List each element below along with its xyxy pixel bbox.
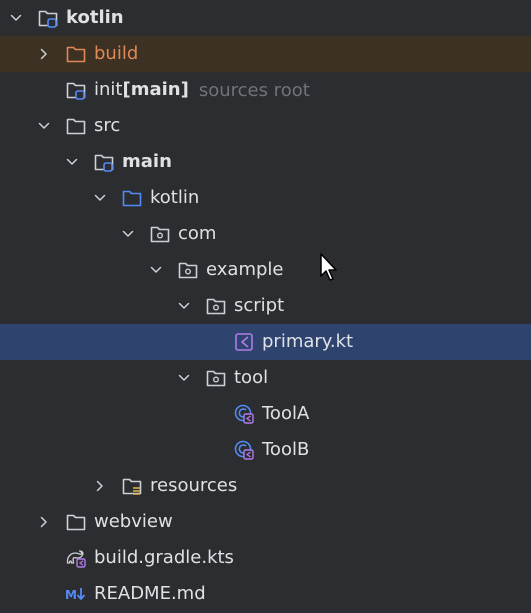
tree-item-label: src: [94, 115, 121, 136]
package-icon: [148, 222, 172, 246]
package-icon: [204, 294, 228, 318]
tree-item-label: init: [94, 79, 123, 100]
chevron-right-icon[interactable]: [36, 46, 52, 62]
tree-item-label: script: [234, 295, 285, 316]
module-folder-icon: [92, 150, 116, 174]
tree-item-label: ToolB: [262, 439, 310, 460]
chevron-down-icon[interactable]: [64, 154, 80, 170]
chevron-down-icon[interactable]: [36, 118, 52, 134]
tree-item-label: README.md: [94, 583, 206, 604]
folder-icon: [64, 114, 88, 138]
tree-row-src[interactable]: src: [0, 108, 531, 144]
excluded-folder-icon: [64, 42, 88, 66]
markdown-icon: M: [64, 582, 88, 606]
tree-row-build[interactable]: build: [0, 36, 531, 72]
tree-row-toolb[interactable]: ToolB: [0, 432, 531, 468]
tree-row-resources[interactable]: resources: [0, 468, 531, 504]
kotlin-class-icon: [232, 402, 256, 426]
tree-row-primary-kt[interactable]: primary.kt: [0, 324, 531, 360]
tree-item-label: com: [178, 223, 217, 244]
tree-item-label: tool: [234, 367, 269, 388]
tree-item-label: build: [94, 43, 139, 64]
tree-item-label: main: [122, 151, 172, 172]
tree-row-kotlin[interactable]: kotlin: [0, 0, 531, 36]
tree-item-hint: sources root: [198, 79, 310, 101]
tree-item-label: primary.kt: [262, 331, 354, 352]
tree-row-main[interactable]: main: [0, 144, 531, 180]
tree-item-label: kotlin: [150, 187, 200, 208]
package-icon: [204, 366, 228, 390]
module-folder-icon: [64, 78, 88, 102]
module-folder-icon: [36, 6, 60, 30]
tree-row-script[interactable]: script: [0, 288, 531, 324]
tree-row-example[interactable]: example: [0, 252, 531, 288]
kotlin-class-icon: [232, 438, 256, 462]
chevron-right-icon[interactable]: [36, 514, 52, 530]
chevron-down-icon[interactable]: [148, 262, 164, 278]
project-tree: kotlin build init [main] sources root src mai…: [0, 0, 531, 613]
svg-text:M: M: [65, 588, 77, 602]
chevron-down-icon[interactable]: [120, 226, 136, 242]
tree-row-tool[interactable]: tool: [0, 360, 531, 396]
chevron-down-icon[interactable]: [176, 298, 192, 314]
source-folder-icon: [120, 186, 144, 210]
tree-row-build-gradle-kts[interactable]: build.gradle.kts: [0, 540, 531, 576]
chevron-down-icon[interactable]: [92, 190, 108, 206]
chevron-down-icon[interactable]: [176, 370, 192, 386]
kotlin-file-icon: [232, 330, 256, 354]
tree-row-init[interactable]: init [main] sources root: [0, 72, 531, 108]
tree-row-readme-md[interactable]: M README.md: [0, 576, 531, 612]
package-icon: [176, 258, 200, 282]
chevron-down-icon[interactable]: [8, 10, 24, 26]
tree-row-com[interactable]: com: [0, 216, 531, 252]
chevron-right-icon[interactable]: [92, 478, 108, 494]
resources-folder-icon: [120, 474, 144, 498]
gradle-kotlin-icon: [64, 546, 88, 570]
tree-item-label: webview: [94, 511, 173, 532]
tree-item-label: example: [206, 259, 284, 280]
tree-item-label: resources: [150, 475, 238, 496]
tree-row-kotlin[interactable]: kotlin: [0, 180, 531, 216]
mouse-cursor-icon: [320, 253, 337, 281]
folder-icon: [64, 510, 88, 534]
tree-row-toola[interactable]: ToolA: [0, 396, 531, 432]
tree-item-label: kotlin: [66, 7, 124, 28]
tree-item-label: build.gradle.kts: [94, 547, 234, 568]
tree-row-webview[interactable]: webview: [0, 504, 531, 540]
source-set-label: [main]: [122, 79, 189, 100]
tree-item-label: ToolA: [262, 403, 310, 424]
